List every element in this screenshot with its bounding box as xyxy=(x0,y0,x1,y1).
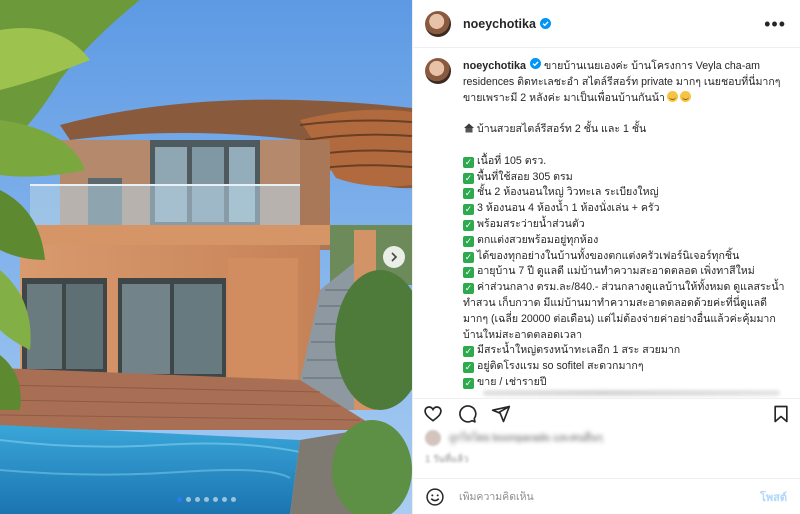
liked-by-row[interactable]: ถูกใจโดย boomparadis และคนอื่นๆ xyxy=(425,430,785,446)
caption-line: ขายบ้านเนยเองค่ะ บ้านโครงการ Veyla cha-a… xyxy=(543,60,760,72)
caption-line-text: ได้ของทุกอย่างในบ้านทั้งของตกแต่งครัวเฟอ… xyxy=(477,249,740,262)
verified-badge-icon xyxy=(530,58,541,69)
smiling-face-emoji-icon xyxy=(679,90,691,102)
check-mark-icon: ✓ xyxy=(463,235,474,247)
caption-line: ✓ ขาย / เช่ารายปี xyxy=(463,375,785,390)
caption-line: ✓ เนื้อที่ 105 ตรว. xyxy=(463,154,785,170)
caption-line xyxy=(463,138,785,154)
house-icon xyxy=(464,123,474,133)
caption-line-text: ชั้น 2 ห้องนอนใหญ่ วิวทะเล ระเบียงใหญ่ xyxy=(477,186,659,199)
caption-line-text: พร้อมสระว่ายน้ำส่วนตัว xyxy=(477,217,585,230)
caption-line-text: residences ติดทะเลชะอำ สไตล์รีสอร์ท priv… xyxy=(463,75,781,88)
caption-line: ✓ พื้นที่ใช้สอย 305 ตรม xyxy=(463,170,785,186)
caption-line: ✓ 3 ห้องนอน 4 ห้องน้ำ 1 ห้องนั่งเล่น + คร… xyxy=(463,201,785,217)
carousel-dot xyxy=(194,497,200,502)
caption-line-text: ขาย / เช่ารายปี xyxy=(477,375,547,388)
caption-line: ✓ อายุบ้าน 7 ปี ดูแลดี แม่บ้านทำความสะอาด… xyxy=(463,264,785,280)
comment-input[interactable] xyxy=(459,490,760,503)
check-mark-icon: ✓ xyxy=(463,172,474,184)
chevron-right-icon xyxy=(391,252,398,262)
post-photo[interactable] xyxy=(0,0,412,514)
username-link[interactable]: noeychotika xyxy=(463,17,536,31)
post-comment-button[interactable]: โพสต์ xyxy=(760,488,787,506)
caption-line-text: มากๆ (เฉลี่ย 20000 ต่อเดือน) แต่ไม่ต้องจ… xyxy=(463,312,776,325)
bookmark-icon[interactable] xyxy=(771,404,791,424)
caption-line: ขายเพราะมี 2 หลังค่ะ มาเป็นเพื่อนบ้านกัน… xyxy=(463,90,785,107)
check-mark-icon: ✓ xyxy=(463,251,474,263)
check-mark-icon: ✓ xyxy=(463,283,474,295)
caption-line-text: เนื้อที่ 105 ตรว. xyxy=(477,154,547,167)
carousel-indicator xyxy=(0,497,412,502)
caption-username-link[interactable]: noeychotika xyxy=(463,60,526,72)
caption-line: ทำสวน เก็บกวาด มีแม่บ้านมาทำความสะอาดตลอ… xyxy=(463,296,785,312)
caption-line-text: พื้นที่ใช้สอย 305 ตรม xyxy=(477,170,573,183)
post-header: noeychotika ••• xyxy=(413,0,800,48)
check-mark-icon: ✓ xyxy=(463,267,474,279)
carousel-dot xyxy=(221,497,227,502)
caption-line-text: ทำสวน เก็บกวาด มีแม่บ้านมาทำความสะอาดตลอ… xyxy=(463,296,768,309)
liker-avatar xyxy=(425,430,441,446)
carousel-dot xyxy=(185,497,191,502)
avatar[interactable] xyxy=(425,10,451,37)
caption-line-text: 3 ห้องนอน 4 ห้องน้ำ 1 ห้องนั่งเล่น + ครั… xyxy=(477,202,660,215)
caption-line: ✓ ได้ของทุกอย่างในบ้านทั้งของตกแต่งครัวเฟ… xyxy=(463,249,785,265)
post-date[interactable]: 1 วันที่แล้ว xyxy=(425,452,468,467)
smiling-face-emoji-icon xyxy=(666,90,678,102)
caption-line-text: อายุบ้าน 7 ปี ดูแลดี แม่บ้านทำความสะอาดต… xyxy=(477,265,755,278)
more-options-icon[interactable]: ••• xyxy=(764,15,786,33)
caption-line: ✓ ชั้น 2 ห้องนอนใหญ่ วิวทะเล ระเบียงใหญ่ xyxy=(463,185,785,201)
caption-line: ✓ มีสระน้ำใหญ่ตรงหน้าทะเลอีก 1 สระ สวยมาก xyxy=(463,343,785,359)
caption-text: noeychotika ขายบ้านเนยเองค่ะ บ้านโครงการ… xyxy=(463,58,785,390)
caption-line: บ้านใหม่สะอาดตลอดเวลา xyxy=(463,328,785,344)
caption-avatar[interactable] xyxy=(425,58,451,84)
check-mark-icon: ✓ xyxy=(463,188,474,200)
check-mark-icon: ✓ xyxy=(463,204,474,216)
heart-icon[interactable] xyxy=(423,404,443,424)
caption-line-text: ขายเพราะมี 2 หลังค่ะ มาเป็นเพื่อนบ้านกัน… xyxy=(463,91,665,104)
check-mark-icon: ✓ xyxy=(463,346,474,358)
check-mark-icon: ✓ xyxy=(463,362,474,374)
caption-line: ✓ ค่าส่วนกลาง ตรม.ละ/840.- ส่วนกลางดูแลบ้… xyxy=(463,280,785,296)
caption-line: residences ติดทะเลชะอำ สไตล์รีสอร์ท priv… xyxy=(463,75,785,91)
carousel-dot xyxy=(230,497,236,502)
caption-line: ✓ ตกแต่งสวยพร้อมอยู่ทุกห้อง xyxy=(463,233,785,249)
check-mark-icon: ✓ xyxy=(463,219,474,231)
check-mark-icon: ✓ xyxy=(463,377,474,389)
caption-line: บ้านสวยสไตล์รีสอร์ท 2 ชั้น และ 1 ชั้น xyxy=(463,122,785,138)
smiley-icon[interactable] xyxy=(425,487,445,507)
hidden-caption-line xyxy=(483,390,780,396)
comment-bubble-icon[interactable] xyxy=(457,404,477,424)
verified-badge-icon xyxy=(539,18,551,29)
caption-line-text: มีสระน้ำใหญ่ตรงหน้าทะเลอีก 1 สระ สวยมาก xyxy=(477,344,681,357)
carousel-dot xyxy=(212,497,218,502)
paper-plane-icon[interactable] xyxy=(491,404,511,424)
post-details-panel: noeychotika ••• noeychotika ขายบ้านเนยเอ… xyxy=(412,0,800,514)
caption-line-text: บ้านสวยสไตล์รีสอร์ท 2 ชั้น และ 1 ชั้น xyxy=(477,123,647,136)
check-mark-icon: ✓ xyxy=(463,156,474,168)
caption-line xyxy=(463,106,785,122)
caption-line-text: ตกแต่งสวยพร้อมอยู่ทุกห้อง xyxy=(477,233,599,246)
caption-line-text: บ้านใหม่สะอาดตลอดเวลา xyxy=(463,328,583,341)
carousel-next-button[interactable] xyxy=(383,246,405,268)
caption-line: ✓ พร้อมสระว่ายน้ำส่วนตัว xyxy=(463,217,785,233)
caption-line: มากๆ (เฉลี่ย 20000 ต่อเดือน) แต่ไม่ต้องจ… xyxy=(463,312,785,328)
comment-bar: โพสต์ xyxy=(413,478,800,514)
carousel-dot xyxy=(176,497,182,502)
liked-by-text: ถูกใจโดย boomparadis และคนอื่นๆ xyxy=(449,432,603,444)
villa-photo-image xyxy=(0,0,412,514)
carousel-dot xyxy=(203,497,209,502)
post-actions xyxy=(413,398,800,428)
caption-line-text: อยู่ติดโรงแรม so sofitel สะดวกมากๆ xyxy=(477,360,644,373)
caption-line-text: ค่าส่วนกลาง ตรม.ละ/840.- ส่วนกลางดูแลบ้า… xyxy=(477,281,785,294)
post-caption: noeychotika ขายบ้านเนยเองค่ะ บ้านโครงการ… xyxy=(425,58,790,390)
caption-line: ✓ อยู่ติดโรงแรม so sofitel สะดวกมากๆ xyxy=(463,359,785,375)
